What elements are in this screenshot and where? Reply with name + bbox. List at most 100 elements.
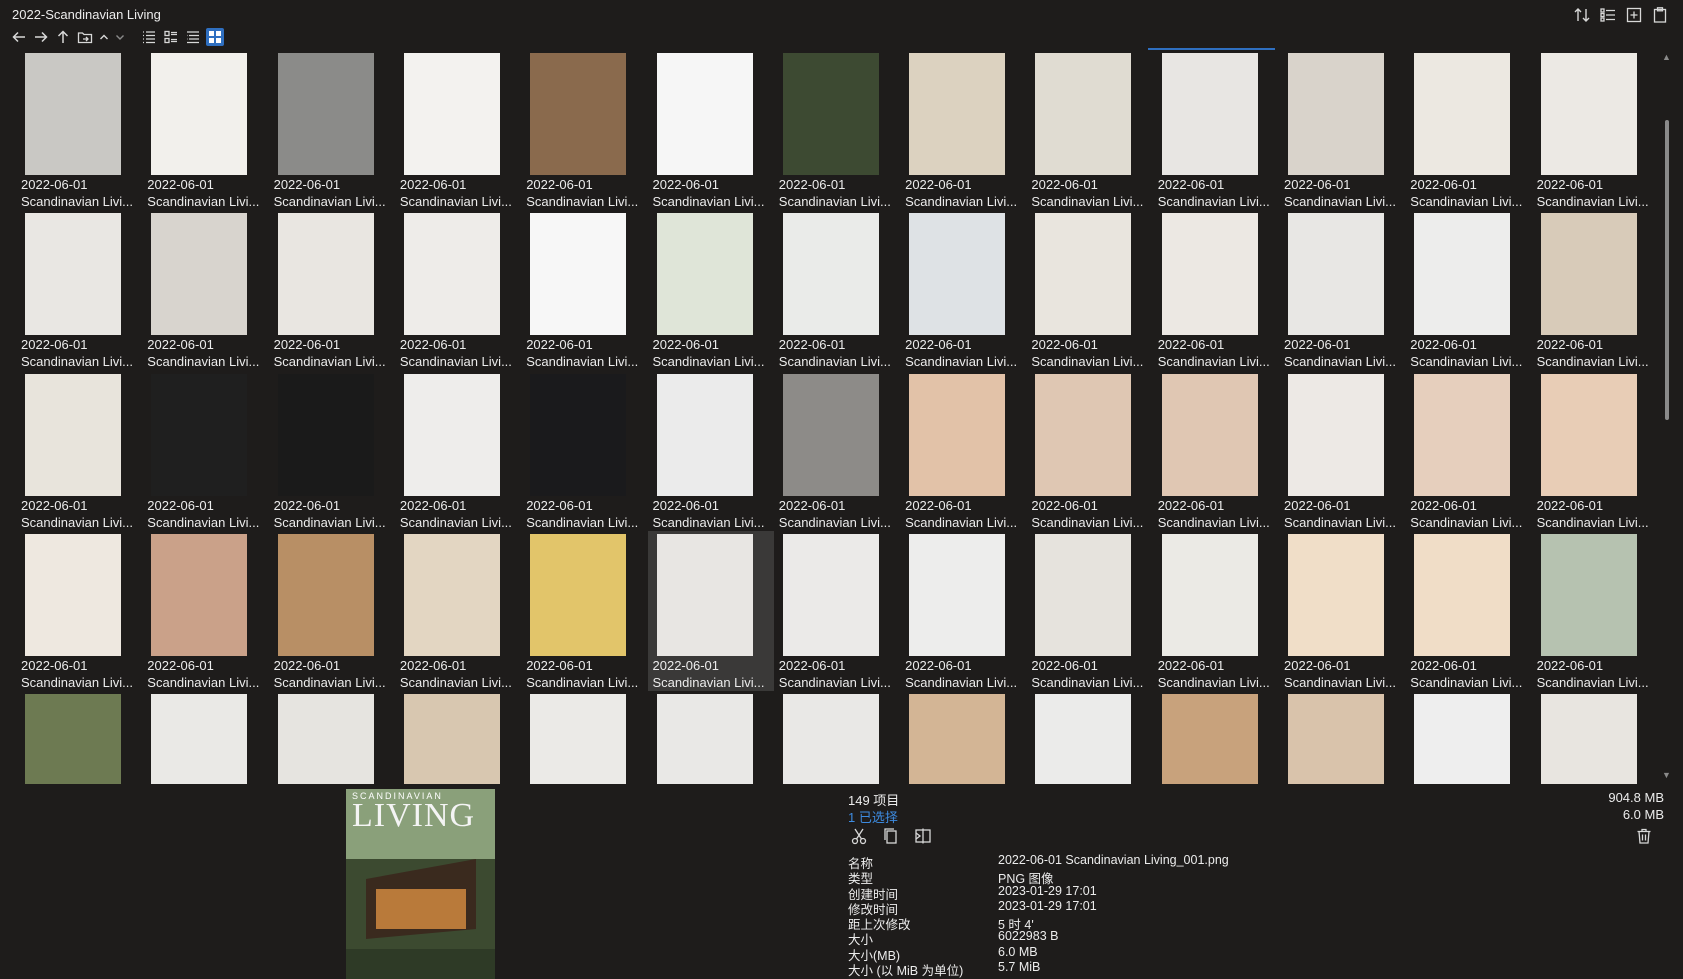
file-thumbnail[interactable]: 2022-06-01 Scandinavian Livi...: [1405, 371, 1531, 531]
file-thumbnail[interactable]: 2022-06-01 Scandinavian Livi...: [648, 50, 774, 210]
file-thumbnail[interactable]: 2022-06-01 Scandinavian Livi...: [1026, 531, 1152, 691]
compare-icon[interactable]: [914, 827, 932, 845]
file-thumbnail[interactable]: [142, 691, 268, 784]
file-thumbnail[interactable]: 2022-06-01 Scandinavian Livi...: [142, 50, 268, 210]
panel-icon[interactable]: [1599, 6, 1617, 24]
file-thumbnail[interactable]: 2022-06-01 Scandinavian Livi...: [1405, 50, 1531, 210]
scrollbar[interactable]: ▲ ▼: [1660, 50, 1674, 784]
file-thumbnail[interactable]: 2022-06-01 Scandinavian Livi...: [774, 371, 900, 531]
file-thumbnail[interactable]: 2022-06-01 Scandinavian Livi...: [1026, 371, 1152, 531]
property-row: 修改时间 2023-01-29 17:01: [848, 899, 1448, 917]
file-thumbnail[interactable]: 2022-06-01 Scandinavian Livi...: [1405, 531, 1531, 691]
delete-icon[interactable]: [1635, 827, 1653, 845]
file-thumbnail[interactable]: 2022-06-01 Scandinavian Livi...: [648, 210, 774, 370]
file-thumbnail[interactable]: 2022-06-01 Scandinavian Livi...: [142, 531, 268, 691]
thumbnail-view-icon[interactable]: [206, 28, 224, 46]
file-thumbnail[interactable]: [269, 691, 395, 784]
file-thumbnail[interactable]: 2022-06-01 Scandinavian Livi...: [900, 531, 1026, 691]
file-thumbnail[interactable]: 2022-06-01 Scandinavian Livi...: [774, 210, 900, 370]
copy-icon[interactable]: [882, 827, 900, 845]
file-thumbnail[interactable]: [1279, 691, 1405, 784]
file-thumbnail[interactable]: 2022-06-01 Scandinavian Livi...: [269, 210, 395, 370]
cut-icon[interactable]: [850, 827, 868, 845]
file-thumbnail[interactable]: 2022-06-01 Scandinavian Livi...: [774, 50, 900, 210]
file-thumbnail[interactable]: 2022-06-01 Scandinavian Livi...: [1153, 531, 1279, 691]
file-thumbnail[interactable]: 2022-06-01 Scandinavian Livi...: [16, 371, 142, 531]
file-thumbnail[interactable]: 2022-06-01 Scandinavian Livi...: [395, 50, 521, 210]
file-thumbnail[interactable]: 2022-06-01 Scandinavian Livi...: [1026, 210, 1152, 370]
file-thumbnail[interactable]: [1026, 691, 1152, 784]
scrollbar-thumb[interactable]: [1665, 120, 1669, 420]
file-thumbnail[interactable]: 2022-06-01 Scandinavian Livi...: [1279, 210, 1405, 370]
file-thumbnail[interactable]: 2022-06-01 Scandinavian Livi...: [521, 50, 647, 210]
file-thumbnail[interactable]: 2022-06-01 Scandinavian Livi...: [269, 371, 395, 531]
file-thumbnail[interactable]: 2022-06-01 Scandinavian Livi...: [1153, 210, 1279, 370]
file-thumbnail[interactable]: [1153, 691, 1279, 784]
new-window-icon[interactable]: [1625, 6, 1643, 24]
file-thumbnail[interactable]: 2022-06-01 Scandinavian Livi...: [1532, 371, 1656, 531]
file-name: Scandinavian Livi...: [1284, 354, 1397, 370]
up-icon[interactable]: [54, 28, 72, 46]
property-row: 大小 (以 MiB 为单位) 5.7 MiB: [848, 960, 1448, 978]
file-thumbnail[interactable]: 2022-06-01 Scandinavian Livi...: [521, 210, 647, 370]
file-thumbnail[interactable]: 2022-06-01 Scandinavian Livi...: [521, 371, 647, 531]
sort-up-icon[interactable]: [98, 28, 110, 46]
file-thumbnail[interactable]: 2022-06-01 Scandinavian Livi...: [648, 371, 774, 531]
file-thumbnail[interactable]: 2022-06-01 Scandinavian Livi...: [1026, 50, 1152, 210]
file-thumbnail[interactable]: 2022-06-01 Scandinavian Livi...: [269, 531, 395, 691]
file-thumbnail[interactable]: [648, 691, 774, 784]
file-name: Scandinavian Livi...: [905, 674, 1018, 690]
file-thumbnail[interactable]: 2022-06-01 Scandinavian Livi...: [1279, 371, 1405, 531]
forward-icon[interactable]: [32, 28, 50, 46]
file-thumbnail[interactable]: 2022-06-01 Scandinavian Livi...: [774, 531, 900, 691]
file-thumbnail[interactable]: [521, 691, 647, 784]
file-thumbnail[interactable]: 2022-06-01 Scandinavian Livi...: [395, 371, 521, 531]
file-thumbnail[interactable]: 2022-06-01 Scandinavian Livi...: [521, 531, 647, 691]
file-thumbnail[interactable]: 2022-06-01 Scandinavian Livi...: [269, 50, 395, 210]
sort-icon[interactable]: [1573, 6, 1591, 24]
file-thumbnail[interactable]: 2022-06-01 Scandinavian Livi...: [1532, 210, 1656, 370]
file-thumbnail[interactable]: [1532, 691, 1656, 784]
file-date: 2022-06-01: [652, 497, 720, 513]
file-thumbnail[interactable]: 2022-06-01 Scandinavian Livi...: [395, 210, 521, 370]
sort-down-icon[interactable]: [114, 28, 126, 46]
file-name: Scandinavian Livi...: [1284, 514, 1397, 530]
file-thumbnail[interactable]: [16, 691, 142, 784]
folder-icon[interactable]: [76, 28, 94, 46]
details-view-icon[interactable]: [162, 28, 180, 46]
file-thumbnail[interactable]: 2022-06-01 Scandinavian Livi...: [1532, 531, 1656, 691]
file-thumbnail[interactable]: 2022-06-01 Scandinavian Livi...: [1532, 50, 1656, 210]
clipboard-icon[interactable]: [1651, 6, 1669, 24]
file-thumbnail[interactable]: 2022-06-01 Scandinavian Livi...: [900, 210, 1026, 370]
thumbnail-image: [1035, 53, 1132, 175]
file-name: Scandinavian Livi...: [1031, 354, 1144, 370]
file-thumbnail[interactable]: 2022-06-01 Scandinavian Livi...: [16, 531, 142, 691]
property-label: 大小 (以 MiB 为单位): [848, 964, 964, 979]
file-thumbnail[interactable]: 2022-06-01 Scandinavian Livi...: [1405, 210, 1531, 370]
file-thumbnail[interactable]: 2022-06-01 Scandinavian Livi...: [1153, 371, 1279, 531]
file-thumbnail[interactable]: 2022-06-01 Scandinavian Livi...: [647, 530, 774, 691]
file-thumbnail[interactable]: 2022-06-01 Scandinavian Livi...: [142, 210, 268, 370]
file-thumbnail[interactable]: 2022-06-01 Scandinavian Livi...: [16, 210, 142, 370]
file-thumbnail[interactable]: 2022-06-01 Scandinavian Livi...: [900, 50, 1026, 210]
scroll-up-icon[interactable]: ▲: [1662, 52, 1671, 62]
file-thumbnail[interactable]: 2022-06-01 Scandinavian Livi...: [1279, 50, 1405, 210]
file-thumbnail[interactable]: [774, 691, 900, 784]
file-thumbnail[interactable]: 2022-06-01 Scandinavian Livi...: [1279, 531, 1405, 691]
file-thumbnail[interactable]: 2022-06-01 Scandinavian Livi...: [395, 531, 521, 691]
selected-size: 6.0 MB: [1622, 807, 1664, 822]
tree-view-icon[interactable]: [184, 28, 202, 46]
file-thumbnail[interactable]: 2022-06-01 Scandinavian Livi...: [1153, 50, 1279, 210]
file-thumbnail[interactable]: [1405, 691, 1531, 784]
file-thumbnail[interactable]: [395, 691, 521, 784]
selected-count: 1 已选择: [848, 810, 898, 825]
file-thumbnail[interactable]: 2022-06-01 Scandinavian Livi...: [142, 371, 268, 531]
list-view-icon[interactable]: [140, 28, 158, 46]
file-thumbnail[interactable]: 2022-06-01 Scandinavian Livi...: [16, 50, 142, 210]
file-thumbnail[interactable]: 2022-06-01 Scandinavian Livi...: [900, 371, 1026, 531]
thumbnail-image: [1540, 53, 1637, 175]
thumbnail-image: [530, 694, 627, 784]
scroll-down-icon[interactable]: ▼: [1662, 770, 1671, 780]
file-thumbnail[interactable]: [900, 691, 1026, 784]
back-icon[interactable]: [10, 28, 28, 46]
